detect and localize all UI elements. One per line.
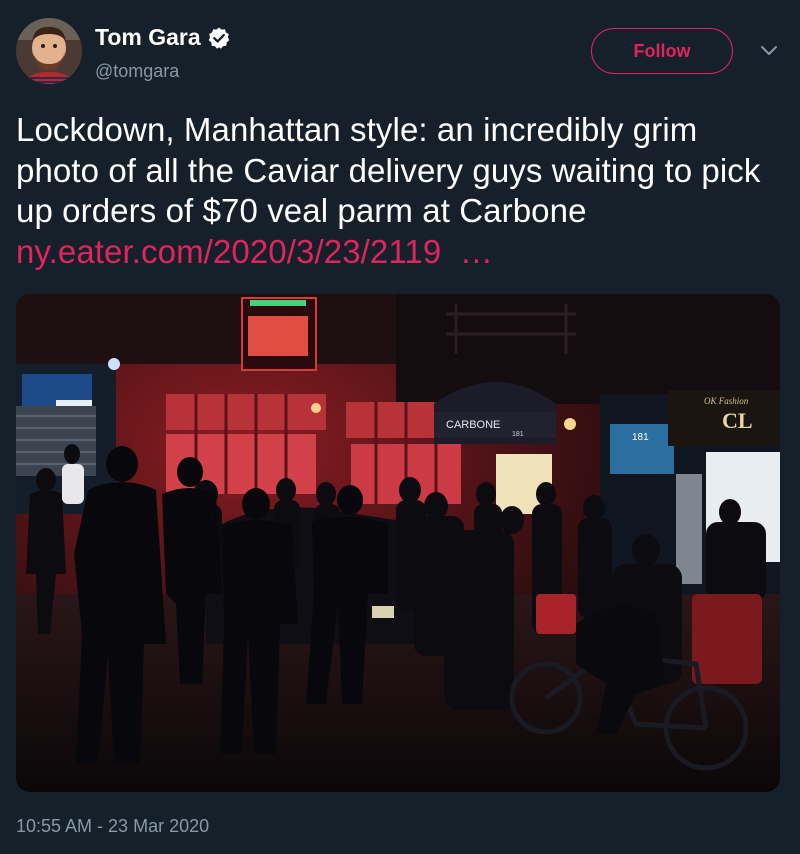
avatar[interactable] [16,18,82,84]
avatar-photo [16,18,82,84]
awning-text: CARBONE [446,419,500,431]
tweet-link[interactable]: ny.eater.com/2020/3/23/2119 … [16,233,493,270]
author-handle[interactable]: @tomgara [95,61,179,82]
shop-sign: OK Fashion [704,396,749,406]
chevron-down-icon[interactable] [758,44,780,58]
follow-button[interactable]: Follow [591,28,733,74]
awning-number: 181 [512,431,524,438]
door-number: 181 [632,432,649,443]
verified-badge-icon [208,27,229,49]
shop-sign-big: CL [722,408,753,433]
tweet-body: Lockdown, Manhattan style: an incredibly… [16,111,761,229]
tweet-timestamp[interactable]: 10:55 AM - 23 Mar 2020 [16,816,209,837]
street-scene-image: CARBONE 181 181 OK Fashion CL [16,294,780,792]
tweet-text: Lockdown, Manhattan style: an incredibly… [16,110,786,272]
author-name-row[interactable]: Tom Gara [95,24,231,51]
author-display-name[interactable]: Tom Gara [95,24,201,51]
tweet-photo[interactable]: CARBONE 181 181 OK Fashion CL [16,294,780,792]
